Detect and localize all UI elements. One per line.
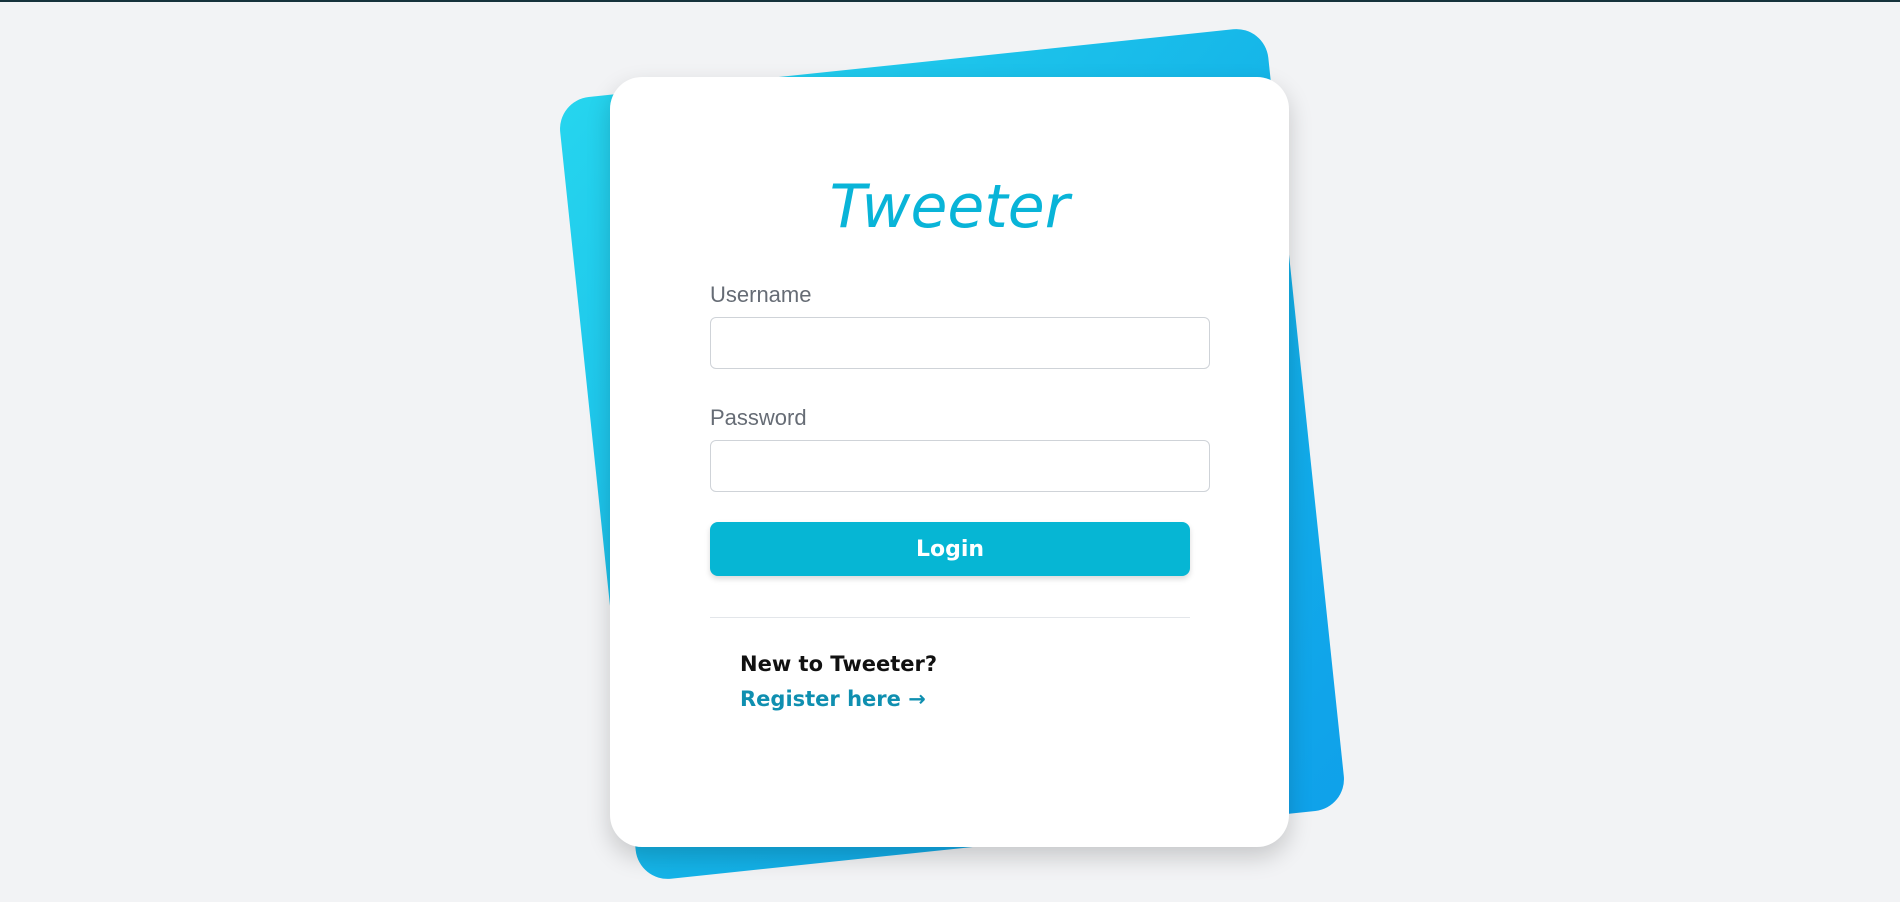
register-link[interactable]: Register here → — [740, 689, 926, 710]
divider — [710, 617, 1190, 618]
login-button[interactable]: Login — [710, 522, 1190, 576]
password-input[interactable] — [710, 440, 1210, 492]
brand-title: Tweeter — [829, 172, 1070, 242]
username-input[interactable] — [710, 317, 1210, 369]
top-border — [0, 0, 1900, 2]
password-label: Password — [710, 405, 807, 430]
login-card: Tweeter Username Password Login New to T… — [610, 77, 1289, 847]
register-prompt: New to Tweeter? — [740, 652, 938, 676]
username-label: Username — [710, 282, 812, 307]
